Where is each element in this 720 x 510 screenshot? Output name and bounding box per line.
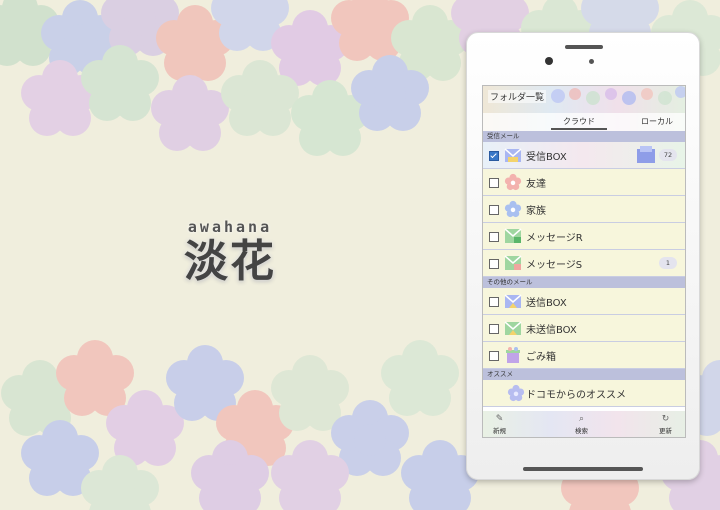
flower-pink-icon bbox=[504, 173, 522, 191]
folder-header: フォルダ一覧 クラウド ローカル bbox=[483, 86, 685, 131]
message-r-icon bbox=[504, 228, 522, 243]
unsent-box-icon bbox=[504, 321, 522, 335]
brand-subtitle: awahana bbox=[187, 218, 273, 236]
checkbox[interactable] bbox=[489, 151, 499, 161]
unread-count-badge: 72 bbox=[659, 149, 677, 161]
flower-recommend-icon bbox=[507, 384, 525, 402]
new-button[interactable]: ✎ 新規 bbox=[493, 414, 506, 436]
folder-row-message-s[interactable]: メッセージS 1 bbox=[483, 250, 685, 277]
phone-speaker bbox=[565, 45, 603, 49]
bottom-toolbar: ✎ 新規 ⌕ 検索 ↻ 更新 bbox=[483, 411, 685, 437]
tab-local[interactable]: ローカル bbox=[641, 116, 673, 127]
folder-label: ドコモからのオススメ bbox=[526, 390, 626, 401]
folder-row-outbox[interactable]: 送信BOX bbox=[483, 288, 685, 315]
checkbox[interactable] bbox=[489, 178, 499, 188]
camera-icon bbox=[545, 57, 553, 65]
section-header-recommend: オススメ bbox=[483, 369, 685, 380]
folder-label: 家族 bbox=[526, 206, 546, 217]
folder-row-family[interactable]: 家族 bbox=[483, 196, 685, 223]
flower-blue-icon bbox=[504, 200, 522, 218]
mailbox-decor-icon bbox=[637, 146, 655, 163]
folder-row-friends[interactable]: 友達 bbox=[483, 169, 685, 196]
refresh-label: 更新 bbox=[659, 427, 672, 435]
message-s-icon bbox=[504, 255, 522, 270]
tab-cloud[interactable]: クラウド bbox=[563, 116, 595, 127]
refresh-button[interactable]: ↻ 更新 bbox=[659, 414, 672, 436]
section-header-inbox: 受信メール bbox=[483, 131, 685, 142]
new-mail-icon: ✎ bbox=[495, 414, 504, 424]
phone-bottom-bar bbox=[523, 467, 643, 471]
outbox-icon bbox=[504, 294, 522, 308]
brand-title: 淡花 bbox=[184, 236, 276, 287]
folder-row-message-r[interactable]: メッセージR bbox=[483, 223, 685, 250]
folder-list-title: フォルダ一覧 bbox=[488, 90, 547, 103]
checkbox[interactable] bbox=[489, 232, 499, 242]
folder-label: ごみ箱 bbox=[526, 352, 556, 363]
phone-frame: フォルダ一覧 クラウド ローカル 受信メール 受信BOX 72 友達 家族 メッ… bbox=[466, 32, 700, 480]
folder-label: メッセージR bbox=[526, 233, 583, 244]
new-label: 新規 bbox=[493, 427, 506, 435]
checkbox[interactable] bbox=[489, 205, 499, 215]
folder-label: 送信BOX bbox=[526, 298, 567, 309]
folder-row-trash[interactable]: ごみ箱 bbox=[483, 342, 685, 369]
checkbox[interactable] bbox=[489, 351, 499, 361]
section-header-other: その他のメール bbox=[483, 277, 685, 288]
folder-label: 受信BOX bbox=[526, 152, 567, 163]
checkbox[interactable] bbox=[489, 324, 499, 334]
search-label: 検索 bbox=[575, 427, 588, 435]
unread-count-badge: 1 bbox=[659, 257, 677, 269]
folder-label: 友達 bbox=[526, 179, 546, 190]
refresh-icon: ↻ bbox=[661, 414, 670, 424]
search-icon: ⌕ bbox=[578, 414, 585, 424]
folder-row-recommend[interactable]: ドコモからのオススメ bbox=[483, 380, 685, 407]
checkbox[interactable] bbox=[489, 259, 499, 269]
folder-row-unsent[interactable]: 未送信BOX bbox=[483, 315, 685, 342]
folder-label: 未送信BOX bbox=[526, 325, 577, 336]
phone-screen: フォルダ一覧 クラウド ローカル 受信メール 受信BOX 72 友達 家族 メッ… bbox=[482, 85, 686, 438]
checkbox[interactable] bbox=[489, 297, 499, 307]
inbox-icon bbox=[504, 148, 522, 162]
trash-icon bbox=[506, 347, 520, 363]
sensor-icon bbox=[589, 59, 594, 64]
active-tab-indicator bbox=[551, 128, 607, 130]
folder-label: メッセージS bbox=[526, 260, 583, 271]
search-button[interactable]: ⌕ 検索 bbox=[575, 414, 588, 436]
brand-logo: awahana 淡花 bbox=[170, 218, 290, 288]
tab-bar: クラウド ローカル bbox=[483, 113, 685, 131]
folder-row-inbox[interactable]: 受信BOX 72 bbox=[483, 142, 685, 169]
